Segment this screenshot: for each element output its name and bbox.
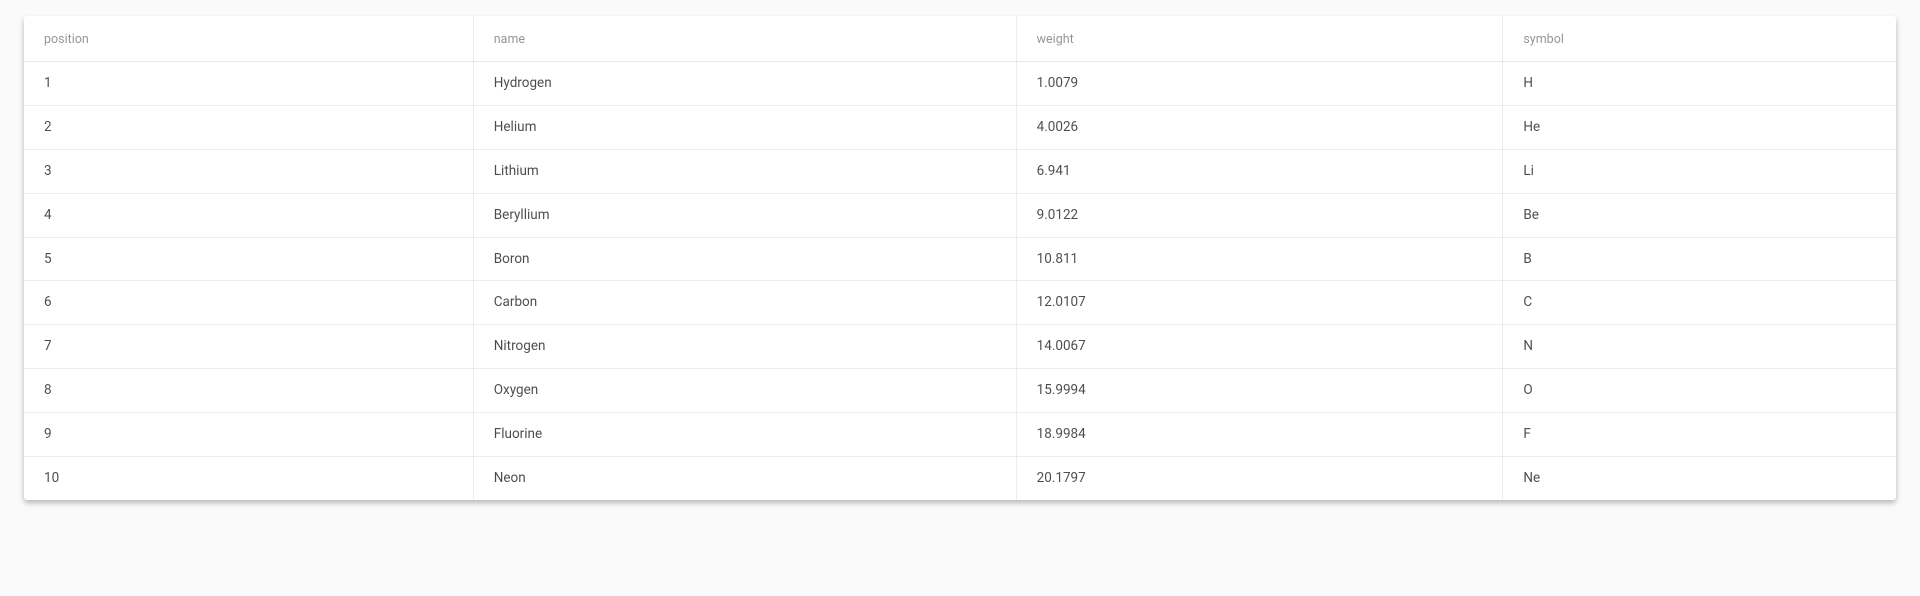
table-row: 10 Neon 20.1797 Ne <box>24 457 1896 500</box>
cell-weight: 1.0079 <box>1016 62 1503 106</box>
cell-position: 6 <box>24 281 473 325</box>
cell-weight: 10.811 <box>1016 237 1503 281</box>
table-row: 5 Boron 10.811 B <box>24 237 1896 281</box>
cell-symbol: He <box>1503 105 1896 149</box>
cell-position: 1 <box>24 62 473 106</box>
table-row: 9 Fluorine 18.9984 F <box>24 413 1896 457</box>
table-row: 6 Carbon 12.0107 C <box>24 281 1896 325</box>
cell-weight: 14.0067 <box>1016 325 1503 369</box>
cell-position: 3 <box>24 149 473 193</box>
cell-symbol: F <box>1503 413 1896 457</box>
cell-symbol: Be <box>1503 193 1896 237</box>
cell-position: 8 <box>24 369 473 413</box>
table-row: 4 Beryllium 9.0122 Be <box>24 193 1896 237</box>
cell-name: Boron <box>473 237 1016 281</box>
cell-name: Carbon <box>473 281 1016 325</box>
cell-symbol: Ne <box>1503 457 1896 500</box>
table-row: 3 Lithium 6.941 Li <box>24 149 1896 193</box>
cell-symbol: H <box>1503 62 1896 106</box>
cell-weight: 18.9984 <box>1016 413 1503 457</box>
header-position[interactable]: position <box>24 16 473 62</box>
cell-name: Beryllium <box>473 193 1016 237</box>
header-symbol[interactable]: symbol <box>1503 16 1896 62</box>
cell-position: 7 <box>24 325 473 369</box>
cell-name: Neon <box>473 457 1016 500</box>
header-weight[interactable]: weight <box>1016 16 1503 62</box>
cell-symbol: B <box>1503 237 1896 281</box>
cell-symbol: N <box>1503 325 1896 369</box>
table-row: 2 Helium 4.0026 He <box>24 105 1896 149</box>
cell-name: Helium <box>473 105 1016 149</box>
table-row: 8 Oxygen 15.9994 O <box>24 369 1896 413</box>
header-name[interactable]: name <box>473 16 1016 62</box>
cell-position: 10 <box>24 457 473 500</box>
table-row: 7 Nitrogen 14.0067 N <box>24 325 1896 369</box>
cell-name: Nitrogen <box>473 325 1016 369</box>
cell-weight: 9.0122 <box>1016 193 1503 237</box>
cell-position: 4 <box>24 193 473 237</box>
table-row: 1 Hydrogen 1.0079 H <box>24 62 1896 106</box>
cell-weight: 4.0026 <box>1016 105 1503 149</box>
cell-weight: 6.941 <box>1016 149 1503 193</box>
cell-symbol: C <box>1503 281 1896 325</box>
table-body: 1 Hydrogen 1.0079 H 2 Helium 4.0026 He 3… <box>24 62 1896 500</box>
elements-table-card: position name weight symbol 1 Hydrogen 1… <box>24 16 1896 500</box>
cell-symbol: Li <box>1503 149 1896 193</box>
table-header-row: position name weight symbol <box>24 16 1896 62</box>
cell-position: 5 <box>24 237 473 281</box>
cell-name: Oxygen <box>473 369 1016 413</box>
cell-name: Fluorine <box>473 413 1016 457</box>
cell-weight: 20.1797 <box>1016 457 1503 500</box>
cell-weight: 15.9994 <box>1016 369 1503 413</box>
elements-table: position name weight symbol 1 Hydrogen 1… <box>24 16 1896 500</box>
cell-name: Lithium <box>473 149 1016 193</box>
cell-symbol: O <box>1503 369 1896 413</box>
cell-position: 9 <box>24 413 473 457</box>
cell-name: Hydrogen <box>473 62 1016 106</box>
cell-position: 2 <box>24 105 473 149</box>
cell-weight: 12.0107 <box>1016 281 1503 325</box>
